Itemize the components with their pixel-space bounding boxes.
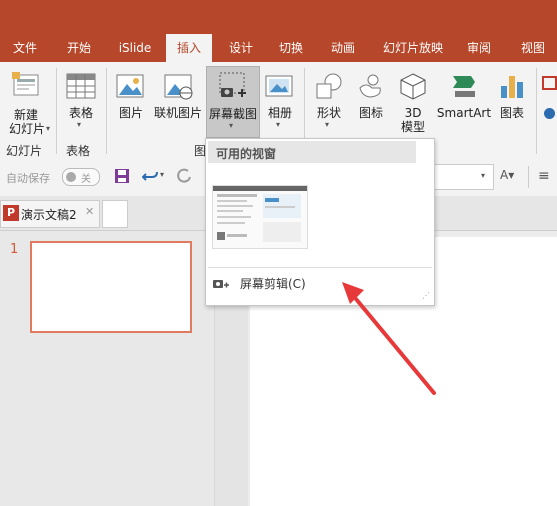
new-slide-label-1: 新建 bbox=[13, 108, 38, 122]
tab-islide[interactable]: iSlide bbox=[110, 34, 160, 62]
camera-plus-icon bbox=[213, 280, 229, 288]
smartart-icon bbox=[453, 76, 475, 97]
document-tab[interactable]: P 演示文稿2 ✕ bbox=[0, 200, 100, 228]
table-button[interactable]: 表格 ▾ bbox=[62, 66, 100, 140]
bar-chart-icon bbox=[501, 76, 523, 98]
save-icon[interactable] bbox=[114, 168, 130, 184]
album-dropdown-icon[interactable]: ▾ bbox=[276, 120, 280, 129]
document-title: 演示文稿2 bbox=[21, 208, 77, 222]
autosave-label: 自动保存 bbox=[6, 172, 50, 185]
online-picture-icon bbox=[164, 74, 193, 100]
cube-icon bbox=[400, 73, 426, 100]
group-label-tables: 表格 bbox=[66, 144, 91, 158]
table-dropdown-icon[interactable]: ▾ bbox=[77, 120, 81, 129]
icons-icon bbox=[359, 74, 381, 98]
text-direction-icon[interactable]: A▾ bbox=[500, 168, 514, 182]
screen-clipping-label: 屏幕剪辑(C) bbox=[240, 277, 306, 291]
slide-thumbnail[interactable] bbox=[30, 241, 192, 333]
screenshot-icon bbox=[219, 72, 246, 97]
icons-button[interactable]: 图标 bbox=[352, 66, 390, 126]
tab-file[interactable]: 文件 bbox=[2, 34, 48, 62]
3d-models-button[interactable]: 3D 模型 bbox=[394, 66, 432, 138]
3d-models-label-2: 模型 bbox=[400, 120, 425, 134]
screenshot-dropdown-icon[interactable]: ▾ bbox=[229, 121, 233, 130]
tab-transitions[interactable]: 切换 bbox=[268, 34, 314, 62]
new-slide-icon bbox=[12, 72, 39, 96]
shapes-dropdown-icon[interactable]: ▾ bbox=[325, 120, 329, 129]
new-slide-dropdown-icon[interactable]: ▾ bbox=[46, 124, 50, 133]
menu-divider bbox=[208, 267, 432, 268]
redo-icon[interactable] bbox=[176, 168, 192, 184]
album-button[interactable]: 相册 ▾ bbox=[262, 66, 298, 136]
overflow-ribbon-icon[interactable] bbox=[542, 76, 557, 90]
new-slide-button[interactable]: 新建 幻灯片 ▾ bbox=[4, 66, 50, 140]
tab-review[interactable]: 审阅 bbox=[456, 34, 502, 62]
smartart-button[interactable]: SmartArt bbox=[436, 66, 492, 126]
group-label-slides: 幻灯片 bbox=[6, 144, 43, 158]
tab-home[interactable]: 开始 bbox=[54, 34, 104, 62]
online-picture-label: 联机图片 bbox=[153, 106, 202, 120]
tab-view[interactable]: 视图 bbox=[510, 34, 556, 62]
font-size-box[interactable]: ▾ bbox=[434, 164, 494, 190]
overflow-ribbon-icon-2[interactable] bbox=[544, 108, 555, 119]
table-label: 表格 bbox=[68, 106, 93, 120]
toggle-knob bbox=[66, 172, 76, 182]
available-windows-label: 可用的视窗 bbox=[216, 147, 277, 161]
group-separator bbox=[56, 68, 57, 154]
window-preview-icon bbox=[213, 186, 307, 242]
slide-number: 1 bbox=[10, 242, 19, 257]
picture-button[interactable]: 图片 bbox=[112, 66, 150, 126]
screenshot-button[interactable]: 屏幕截图 ▾ bbox=[206, 66, 260, 138]
available-windows-header: 可用的视窗 bbox=[208, 141, 416, 163]
shapes-label: 形状 bbox=[316, 106, 341, 120]
online-picture-button[interactable]: 联机图片 bbox=[152, 66, 204, 126]
close-tab-icon[interactable]: ✕ bbox=[85, 205, 94, 218]
chart-label: 图表 bbox=[499, 106, 524, 120]
album-icon bbox=[265, 75, 293, 97]
autosave-toggle[interactable]: 关 bbox=[62, 168, 100, 186]
powerpoint-icon: P bbox=[3, 205, 19, 221]
tab-design[interactable]: 设计 bbox=[218, 34, 264, 62]
album-label: 相册 bbox=[267, 106, 292, 120]
new-tab-button[interactable] bbox=[102, 200, 128, 228]
align-icon[interactable]: ≡ bbox=[538, 168, 550, 184]
picture-label: 图片 bbox=[118, 106, 143, 120]
toggle-state-label: 关 bbox=[81, 174, 91, 185]
toolbar-separator bbox=[528, 166, 529, 188]
screenshot-label: 屏幕截图 bbox=[208, 107, 257, 121]
new-slide-label-2: 幻灯片 bbox=[8, 122, 45, 136]
table-icon bbox=[66, 73, 96, 99]
tab-slideshow[interactable]: 幻灯片放映 bbox=[378, 34, 448, 62]
group-separator bbox=[106, 68, 107, 154]
title-bar bbox=[0, 0, 557, 34]
group-separator bbox=[536, 68, 537, 154]
shapes-button[interactable]: 形状 ▾ bbox=[310, 66, 348, 136]
shapes-icon bbox=[316, 73, 342, 99]
icons-label: 图标 bbox=[358, 106, 383, 120]
3d-models-label-1: 3D bbox=[404, 106, 422, 120]
font-size-dropdown-icon[interactable]: ▾ bbox=[481, 171, 485, 180]
smartart-label: SmartArt bbox=[436, 106, 492, 120]
chart-button[interactable]: 图表 bbox=[494, 66, 530, 126]
annotation-arrow bbox=[342, 282, 436, 395]
undo-icon[interactable] bbox=[142, 168, 158, 184]
tab-insert[interactable]: 插入 bbox=[166, 34, 212, 62]
tab-animations[interactable]: 动画 bbox=[320, 34, 366, 62]
undo-dropdown-icon[interactable]: ▾ bbox=[160, 170, 164, 179]
window-thumbnail[interactable] bbox=[212, 185, 308, 249]
picture-icon bbox=[116, 74, 144, 98]
